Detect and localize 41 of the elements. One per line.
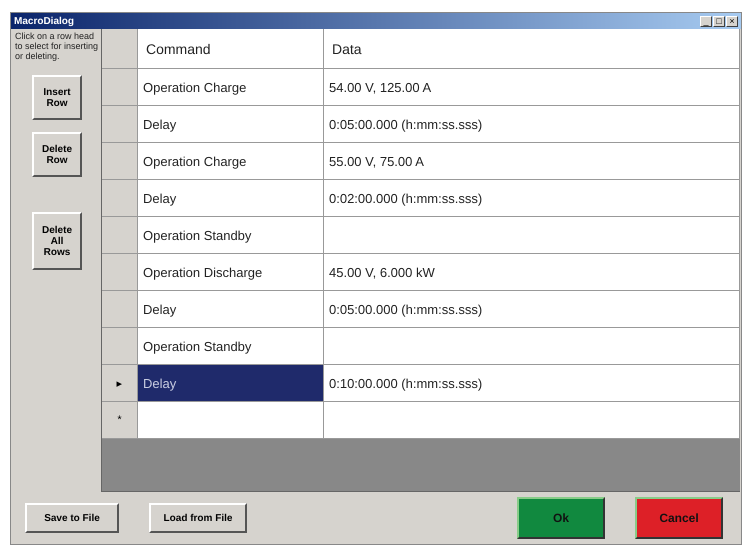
row-header[interactable] [102,180,138,217]
row-header[interactable]: * [102,402,138,439]
save-button[interactable]: Save to File [25,503,119,533]
hint-text: Click on a row head to select for inserting or deleting. [15,31,99,61]
table-cell: 0:05:00.000 (h:mm:ss.sss) [324,106,740,143]
table-cell: 0:10:00.000 (h:mm:ss.sss) [324,365,740,402]
table-cell: Operation Standby [138,328,324,365]
row-header[interactable] [102,143,138,180]
close-button[interactable]: × [726,16,738,26]
table-cell: Delay [138,365,324,402]
row-header[interactable] [102,291,138,328]
maximize-button[interactable]: □ [713,16,725,26]
table-cell: Delay [138,106,324,143]
table-cell: Operation Charge [138,69,324,106]
delete-all-rows-button[interactable]: Delete All Rows [32,212,82,270]
delete-row-button[interactable]: Delete Row [32,132,82,177]
row-header[interactable] [102,328,138,365]
row-header[interactable] [102,217,138,254]
table-cell: Operation Discharge [138,254,324,291]
load-button[interactable]: Load from File [149,503,247,533]
table-cell: 54.00 V, 125.00 A [324,69,740,106]
ok-button[interactable]: Ok [517,497,605,539]
minimize-button[interactable]: _ [700,16,712,26]
table-cell: 0:02:00.000 (h:mm:ss.sss) [324,180,740,217]
insert-row-button[interactable]: Insert Row [32,75,82,120]
row-header[interactable] [102,106,138,143]
table-cell: 45.00 V, 6.000 kW [324,254,740,291]
row-header[interactable] [102,69,138,106]
table-cell: Delay [138,180,324,217]
table-cell: 55.00 V, 75.00 A [324,143,740,180]
table-cell: Delay [138,291,324,328]
column-header[interactable]: Command [138,29,324,69]
row-header[interactable]: ▸ [102,365,138,402]
table-cell: 0:05:00.000 (h:mm:ss.sss) [324,291,740,328]
window-title: MacroDialog [14,16,74,26]
table-cell: Operation Standby [138,217,324,254]
corner-header [102,29,138,69]
row-header[interactable] [102,254,138,291]
column-header[interactable]: Data [324,29,740,69]
cancel-button[interactable]: Cancel [635,497,723,539]
table-cell: Operation Charge [138,143,324,180]
